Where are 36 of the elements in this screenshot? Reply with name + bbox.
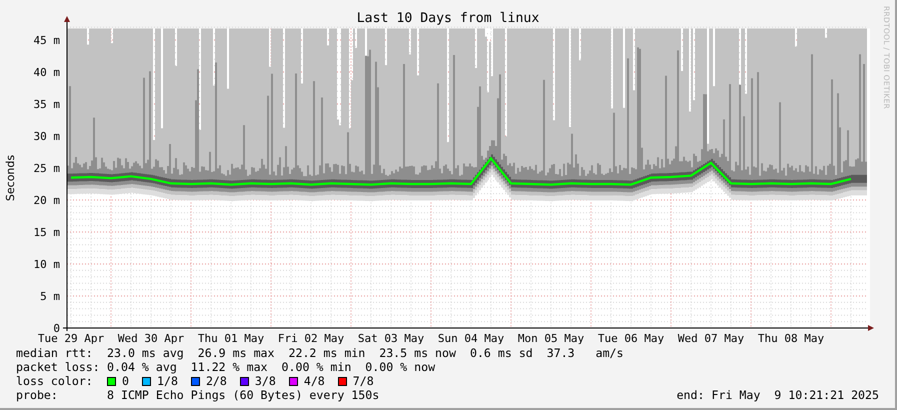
loss-color-label: 4/8 — [304, 374, 325, 388]
loss-color-label: 1/8 — [156, 374, 178, 388]
legend-stats: 23.0 ms avg 26.9 ms max 22.2 ms min 23.5 ms now 0.6 ms sd 37.3 am/s — [107, 346, 624, 360]
y-tick-label: 20 m — [34, 194, 60, 207]
axis-title: Seconds — [4, 154, 17, 202]
x-tick-label: Thu 01 May — [198, 332, 264, 344]
chart-title: Last 10 Days from linux — [356, 11, 540, 26]
y-tick-label: 40 m — [34, 66, 60, 79]
loss-color-label: 7/8 — [352, 374, 374, 388]
legend-label: packet loss: — [16, 360, 101, 374]
y-tick-label: 0 — [53, 322, 60, 335]
x-tick-label: Tue 29 Apr — [38, 332, 104, 344]
x-tick-label: Wed 30 Apr — [118, 332, 184, 344]
end-time: end: Fri May 9 10:21:21 2025 — [676, 388, 879, 402]
y-tick-label: 5 m — [40, 290, 60, 303]
x-tick-label: Mon 05 May — [518, 332, 584, 344]
y-tick-label: 25 m — [34, 162, 60, 175]
y-tick-label: 15 m — [34, 226, 60, 239]
legend-label: loss color: — [16, 374, 94, 388]
loss-color-label: 0 — [122, 374, 129, 388]
y-tick-label: 45 m — [34, 34, 60, 47]
legend-stats: 0.04 % avg 11.22 % max 0.00 % min 0.00 % now — [107, 360, 436, 374]
x-tick-label: Sat 03 May — [358, 332, 424, 344]
loss-color-label: 2/8 — [206, 374, 227, 388]
x-tick-label: Fri 02 May — [278, 332, 344, 344]
y-tick-label: 30 m — [34, 130, 60, 143]
x-tick-label: Sun 04 May — [438, 332, 504, 344]
probe-text: 8 ICMP Echo Pings (60 Bytes) every 150s — [107, 388, 380, 402]
y-tick-label: 10 m — [34, 258, 60, 271]
x-tick-label: Tue 06 May — [598, 332, 664, 344]
legend-label: median rtt: — [16, 346, 94, 360]
y-tick-label: 35 m — [34, 98, 60, 111]
loss-color-label: 3/8 — [254, 374, 276, 388]
x-tick-label: Wed 07 May — [678, 332, 744, 344]
legend-label: probe: — [16, 388, 59, 402]
x-tick-label: Thu 08 May — [758, 332, 824, 344]
